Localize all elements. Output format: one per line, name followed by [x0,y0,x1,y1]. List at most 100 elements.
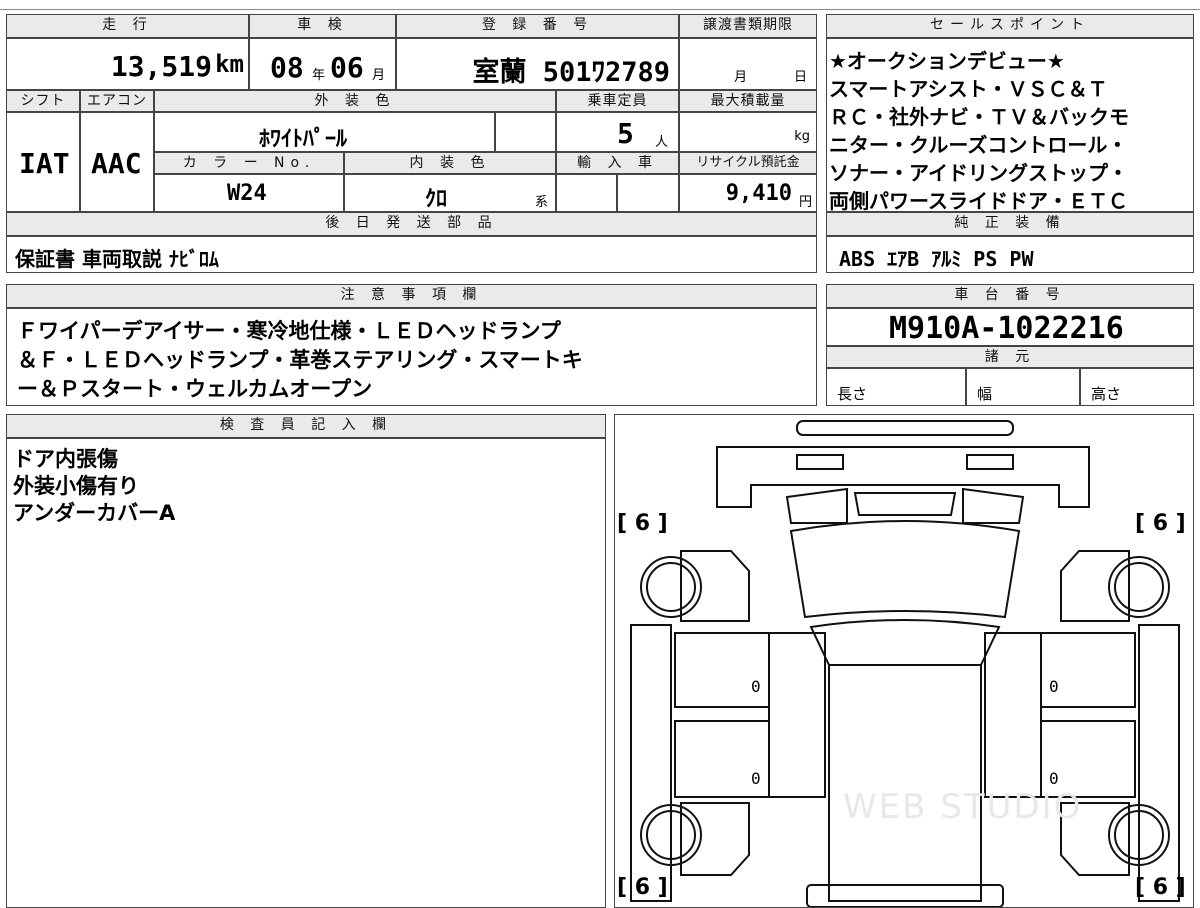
transfer-deadline-header: 譲渡書類期限 [679,14,817,38]
capacity-unit: 人 [655,135,669,150]
specs-height: 高さ [1091,385,1122,403]
interior-color-value: ｸﾛ [425,187,448,212]
chassis-cell: M910A-1022216 [826,308,1194,346]
recycle-unit: 円 [798,195,812,210]
max-load-cell: kg [679,112,817,152]
inspection-cell: 08 年 06 月 [249,38,396,90]
exterior-color-header: 外 装 色 [154,90,556,112]
interior-color-unit: 系 [535,195,549,210]
chassis-header: 車 台 番 号 [826,284,1194,308]
door-fr-mark: 0 [1049,677,1059,696]
interior-color-cell: ｸﾛ 系 [344,174,556,212]
mileage-unit: km [215,50,244,78]
tire-front-right-label: [ 6 ] [1135,511,1186,536]
recycle-cell: 9,410 円 [679,174,817,212]
later-parts-header: 後 日 発 送 部 品 [6,212,817,236]
cowl-panel [853,492,957,516]
roof-front [809,619,1001,666]
top-cropped-strip [0,0,1200,10]
capacity-header: 乗車定員 [556,90,679,112]
notes-line: ＆Ｆ・ＬＥＤヘッドランプ・革巻ステアリング・スマートキ [17,348,583,372]
side-left-rocker [630,624,672,902]
color-no-cell: W24 [154,174,344,212]
mileage-header: 走 行 [6,14,249,38]
specs-width-cell: 幅 [966,368,1080,406]
rear-bumper-shape [806,884,1004,907]
specs-header: 諸 元 [826,346,1194,368]
car-diagram-panel: [ 6 ] [ 6 ] [ 6 ] [ 6 ] 0 0 0 0 WEB STUD… [614,414,1194,908]
notes-line: ー＆Ｐスタート・ウェルカムオープン [17,377,373,401]
inspection-year-unit: 年 [312,68,326,83]
genuine-equipment-cell: ABS ｴｱB ｱﾙﾐ PS PW [826,236,1194,273]
sales-point-line: ニター・クルーズコントロール・ [829,133,1128,157]
inspector-cell: ドア内張傷 外装小傷有り アンダーカバーA [6,438,606,908]
later-parts-value: 保証書 車両取説 ﾅﾋﾞﾛﾑ [15,247,219,271]
color-no-header: カ ラ ー No. [154,152,344,174]
sales-points-cell: ★オークションデビュー★ スマートアシスト・ＶＳＣ＆Ｔ ＲＣ・社外ナビ・ＴＶ＆バ… [826,38,1194,213]
specs-length-cell: 長さ [826,368,966,406]
sales-point-line: ＲＣ・社外ナビ・ＴＶ＆バックモ [829,105,1129,129]
aircon-value: AAC [91,147,142,180]
shift-header: シフト [6,90,80,112]
genuine-equipment-header: 純 正 装 備 [826,212,1194,236]
sales-point-line: ソナー・アイドリングストップ・ [829,161,1128,185]
side-right-rocker [1138,624,1180,902]
exterior-color-extra-cell [495,112,556,152]
later-parts-cell: 保証書 車両取説 ﾅﾋﾞﾛﾑ [6,236,817,273]
side-window-right [984,632,1042,798]
watermark: WEB STUDIO [843,787,1083,827]
tire-rear-left-label: [ 6 ] [617,875,668,900]
tire-front-left-label: [ 6 ] [617,511,668,536]
wheel-front-right-inner [1114,562,1164,612]
wheel-front-right [1108,556,1170,618]
inspector-header: 検 査 員 記 入 欄 [6,414,606,438]
sales-point-line: 両側パワースライドドア・ＥＴＣ [829,189,1128,213]
max-load-unit: kg [794,129,810,144]
aircon-cell: AAC [80,112,154,212]
transfer-day-unit: 日 [794,70,808,85]
side-window-left [768,632,826,798]
chassis-value: M910A-1022216 [889,311,1124,346]
wiper-right [962,487,1025,524]
import-cell-a [556,174,617,212]
shift-value: IAT [19,147,70,180]
aircon-header: エアコン [80,90,154,112]
registration-value: 室蘭 501ﾜ2789 [472,57,670,88]
sales-point-line: ★オークションデビュー★ [829,49,1065,73]
exterior-color-value: ﾎﾜｲﾄﾊﾟｰﾙ [259,127,348,152]
headlight-left [796,454,844,470]
capacity-value: 5 [617,117,634,150]
inspection-header: 車 検 [249,14,396,38]
inspection-month: 06 [330,51,364,84]
car-diagram-svg [630,420,1180,907]
roof-center [828,664,982,902]
genuine-equipment-value: ABS ｴｱB ｱﾙﾐ PS PW [839,247,1034,271]
hood-outline [716,446,1090,508]
headlight-right [966,454,1014,470]
max-load-header: 最大積載量 [679,90,817,112]
transfer-deadline-cell: 月 日 [679,38,817,90]
wheel-front-left-inner [646,562,696,612]
interior-color-header: 内 装 色 [344,152,556,174]
door-rr-mark: 0 [1049,769,1059,788]
wheel-front-left [640,556,702,618]
wiper-left [785,487,848,524]
front-bumper-shape [796,420,1014,436]
shift-cell: IAT [6,112,80,212]
capacity-cell: 5 人 [556,112,679,152]
notes-line: Ｆワイパーデアイサー・寒冷地仕様・ＬＥＤヘッドランプ [17,319,561,343]
inspector-line: 外装小傷有り [13,474,139,498]
specs-height-cell: 高さ [1080,368,1194,406]
sales-point-line: スマートアシスト・ＶＳＣ＆Ｔ [829,77,1108,101]
inspection-month-unit: 月 [372,68,386,83]
import-header: 輸 入 車 [556,152,679,174]
inspection-year: 08 [270,51,304,84]
sales-points-header: セールスポイント [826,14,1194,38]
registration-header: 登 録 番 号 [396,14,679,38]
specs-width: 幅 [977,385,993,403]
door-rl-mark: 0 [751,769,761,788]
import-cell-b [617,174,679,212]
recycle-value: 9,410 [725,181,792,206]
notes-cell: Ｆワイパーデアイサー・寒冷地仕様・ＬＥＤヘッドランプ ＆Ｆ・ＬＥＤヘッドランプ・… [6,308,817,406]
recycle-header: リサイクル預託金 [679,152,817,174]
